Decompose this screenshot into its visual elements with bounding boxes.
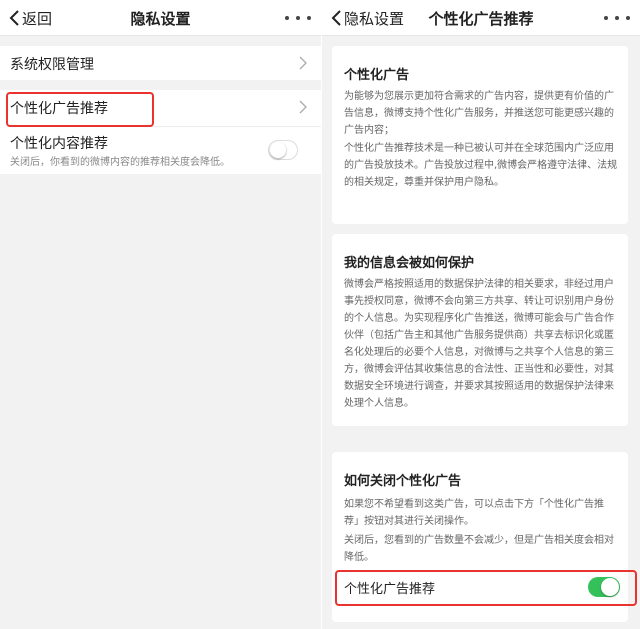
highlight-box	[6, 92, 154, 127]
card-paragraph: 微博会严格按照适用的数据保护法律的相关要求，非经过用户事先授权同意，微博不会向第…	[344, 279, 614, 409]
card-info-protection: 我的信息会被如何保护 微博会严格按照适用的数据保护法律的相关要求，非经过用户事先…	[332, 234, 628, 426]
more-button[interactable]	[604, 10, 630, 26]
card-title: 个性化广告	[344, 68, 410, 83]
card-paragraph: 关闭后，您看到的广告数量不会减少，但是广告相关度会相对降低。	[344, 535, 614, 563]
content-recommend-toggle[interactable]	[268, 140, 298, 160]
page-title: 个性化广告推荐	[428, 10, 534, 28]
chevron-right-icon	[299, 56, 307, 70]
navbar: 隐私设置 个性化广告推荐	[322, 0, 640, 36]
card-paragraph: 如果您不希望看到这类广告，可以点击下方「个性化广告推荐」按钮对其进行关闭操作。	[344, 499, 604, 527]
chevron-right-icon	[299, 100, 307, 114]
system-permission-row[interactable]: 系统权限管理	[0, 46, 321, 80]
ad-recommend-screen: 隐私设置 个性化广告推荐 个性化广告 为能够为您展示更加符合需求的广告内容，提供…	[322, 0, 640, 629]
card-title: 我的信息会被如何保护	[344, 256, 475, 271]
page-title: 隐私设置	[130, 10, 191, 28]
card-personalized-ads: 个性化广告 为能够为您展示更加符合需求的广告内容，提供更有价值的广告信息，微博支…	[332, 46, 628, 224]
more-button[interactable]	[285, 10, 311, 26]
row-label: 个性化内容推荐	[10, 136, 108, 152]
privacy-settings-screen: 返回 隐私设置 系统权限管理 个性化广告推荐 个性化内容推荐 关闭后，你看到的微…	[0, 0, 321, 629]
row-description: 关闭后，你看到的微博内容的推荐相关度会降低。	[10, 157, 230, 168]
more-dots-icon	[604, 16, 608, 20]
more-dots-icon	[285, 16, 289, 20]
card-paragraph: 个性化广告推荐技术是一种已被认可并在全球范围内广泛应用的广告投放技术。广告投放过…	[344, 143, 618, 188]
card-paragraph: 为能够为您展示更加符合需求的广告内容，提供更有价值的广告信息，微博支持个性化广告…	[344, 91, 614, 136]
row-label: 系统权限管理	[10, 57, 94, 73]
content-recommend-row: 个性化内容推荐 关闭后，你看到的微博内容的推荐相关度会降低。	[0, 128, 321, 174]
card-title: 如何关闭个性化广告	[344, 474, 462, 489]
highlight-box	[335, 570, 637, 606]
navbar: 返回 隐私设置	[0, 0, 321, 36]
